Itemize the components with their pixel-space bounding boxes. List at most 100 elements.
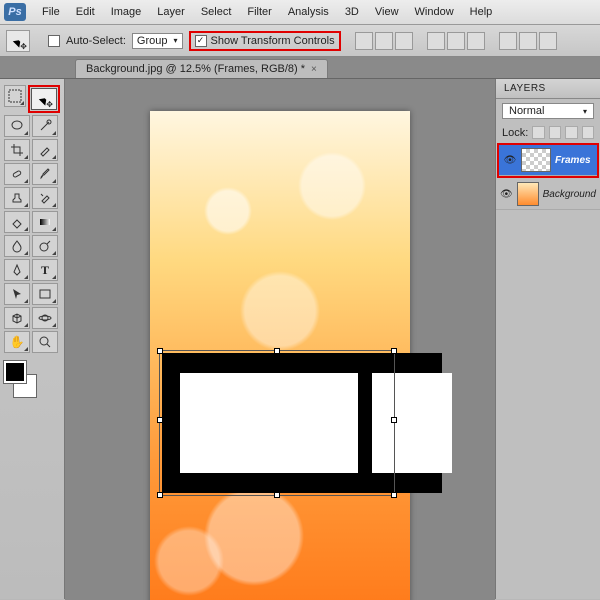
pen-icon: [10, 263, 24, 277]
tool-stamp[interactable]: [4, 187, 30, 209]
menu-layer[interactable]: Layer: [157, 6, 185, 18]
layer-name[interactable]: Background: [543, 189, 596, 200]
auto-select-dropdown[interactable]: Group: [132, 33, 183, 49]
move-icon: [37, 92, 51, 106]
lock-label: Lock:: [502, 127, 528, 139]
visibility-toggle-icon[interactable]: 👁: [500, 187, 513, 201]
visibility-toggle-icon[interactable]: 👁: [503, 153, 517, 167]
menu-window[interactable]: Window: [415, 6, 454, 18]
tool-zoom[interactable]: [32, 331, 58, 353]
align-bottom-icon[interactable]: [395, 32, 413, 50]
lock-all-icon[interactable]: [582, 126, 594, 139]
tool-hand[interactable]: ✋: [4, 331, 30, 353]
tool-history-brush[interactable]: [32, 187, 58, 209]
tool-blur[interactable]: [4, 235, 30, 257]
move-tool-highlight: [28, 85, 60, 113]
transform-handle-ml[interactable]: [157, 417, 163, 423]
transform-handle-bl[interactable]: [157, 492, 163, 498]
current-tool-indicator[interactable]: [6, 30, 30, 52]
distribute-1-icon[interactable]: [499, 32, 517, 50]
hand-icon: ✋: [10, 335, 25, 349]
menu-edit[interactable]: Edit: [76, 6, 95, 18]
tool-3d[interactable]: [4, 307, 30, 329]
transform-handle-tc[interactable]: [274, 348, 280, 354]
app-logo-icon: Ps: [4, 3, 26, 21]
workspace[interactable]: [65, 79, 495, 600]
brush-icon: [38, 167, 52, 181]
layer-row-background[interactable]: 👁 Background: [496, 179, 600, 210]
align-hcenter-icon[interactable]: [447, 32, 465, 50]
lock-paint-icon[interactable]: [549, 126, 561, 139]
rectangle-icon: [38, 287, 52, 301]
drop-icon: [10, 239, 24, 253]
document-tab[interactable]: Background.jpg @ 12.5% (Frames, RGB/8) *…: [75, 59, 328, 78]
show-transform-checkbox[interactable]: [195, 35, 207, 47]
tool-lasso[interactable]: [4, 115, 30, 137]
layer-row-frames[interactable]: 👁 Frames: [499, 145, 597, 176]
tool-quick-select[interactable]: [32, 115, 58, 137]
align-left-icon[interactable]: [427, 32, 445, 50]
menu-file[interactable]: File: [42, 6, 60, 18]
distribute-2-icon[interactable]: [519, 32, 537, 50]
close-tab-icon[interactable]: ×: [311, 64, 317, 75]
transform-bounding-box[interactable]: [159, 350, 395, 496]
foreground-color-swatch[interactable]: [4, 361, 26, 383]
auto-select-checkbox[interactable]: [48, 35, 60, 47]
distribute-3-icon[interactable]: [539, 32, 557, 50]
tool-marquee[interactable]: [4, 85, 26, 107]
menu-image[interactable]: Image: [111, 6, 142, 18]
eyedropper-icon: [38, 143, 52, 157]
layer-thumbnail[interactable]: [521, 148, 551, 172]
transform-handle-bc[interactable]: [274, 492, 280, 498]
tool-healing[interactable]: [4, 163, 30, 185]
document-tab-bar: Background.jpg @ 12.5% (Frames, RGB/8) *…: [0, 57, 600, 79]
history-brush-icon: [38, 191, 52, 205]
lasso-icon: [10, 119, 24, 133]
menu-view[interactable]: View: [375, 6, 399, 18]
tool-move[interactable]: [31, 88, 57, 110]
stamp-icon: [10, 191, 24, 205]
tool-crop[interactable]: [4, 139, 30, 161]
layers-panel-tab[interactable]: LAYERS: [496, 79, 600, 99]
tool-dodge[interactable]: [32, 235, 58, 257]
align-vcenter-icon[interactable]: [375, 32, 393, 50]
transform-handle-br[interactable]: [391, 492, 397, 498]
tool-shape[interactable]: [32, 283, 58, 305]
auto-select-label: Auto-Select:: [66, 35, 126, 47]
zoom-icon: [38, 335, 52, 349]
tool-eraser[interactable]: [4, 211, 30, 233]
transform-handle-tl[interactable]: [157, 348, 163, 354]
tool-gradient[interactable]: [32, 211, 58, 233]
dodge-icon: [38, 239, 52, 253]
blend-mode-dropdown[interactable]: Normal: [502, 103, 594, 119]
menu-help[interactable]: Help: [470, 6, 493, 18]
tool-3d-camera[interactable]: [32, 307, 58, 329]
menu-3d[interactable]: 3D: [345, 6, 359, 18]
move-tool-icon: [11, 34, 25, 48]
layer-name[interactable]: Frames: [555, 155, 591, 166]
lock-transparency-icon[interactable]: [532, 126, 544, 139]
distribute-buttons-group: [499, 32, 557, 50]
menu-bar: Ps File Edit Image Layer Select Filter A…: [0, 0, 600, 25]
tool-pen[interactable]: [4, 259, 30, 281]
color-swatches[interactable]: [4, 361, 44, 397]
align-right-icon[interactable]: [467, 32, 485, 50]
lock-row: Lock:: [496, 123, 600, 142]
type-icon: T: [41, 263, 49, 278]
menu-filter[interactable]: Filter: [247, 6, 271, 18]
tool-brush[interactable]: [32, 163, 58, 185]
show-transform-highlight: Show Transform Controls: [189, 31, 341, 51]
lock-position-icon[interactable]: [565, 126, 577, 139]
menu-select[interactable]: Select: [201, 6, 232, 18]
tool-eyedropper[interactable]: [32, 139, 58, 161]
tool-type[interactable]: T: [32, 259, 58, 281]
tool-path-select[interactable]: [4, 283, 30, 305]
toolbox: T ✋: [0, 79, 65, 599]
options-bar: Auto-Select: Group Show Transform Contro…: [0, 25, 600, 57]
align-top-icon[interactable]: [355, 32, 373, 50]
layer-thumbnail[interactable]: [517, 182, 539, 206]
transform-handle-mr[interactable]: [391, 417, 397, 423]
transform-handle-tr[interactable]: [391, 348, 397, 354]
canvas[interactable]: [150, 111, 410, 600]
menu-analysis[interactable]: Analysis: [288, 6, 329, 18]
